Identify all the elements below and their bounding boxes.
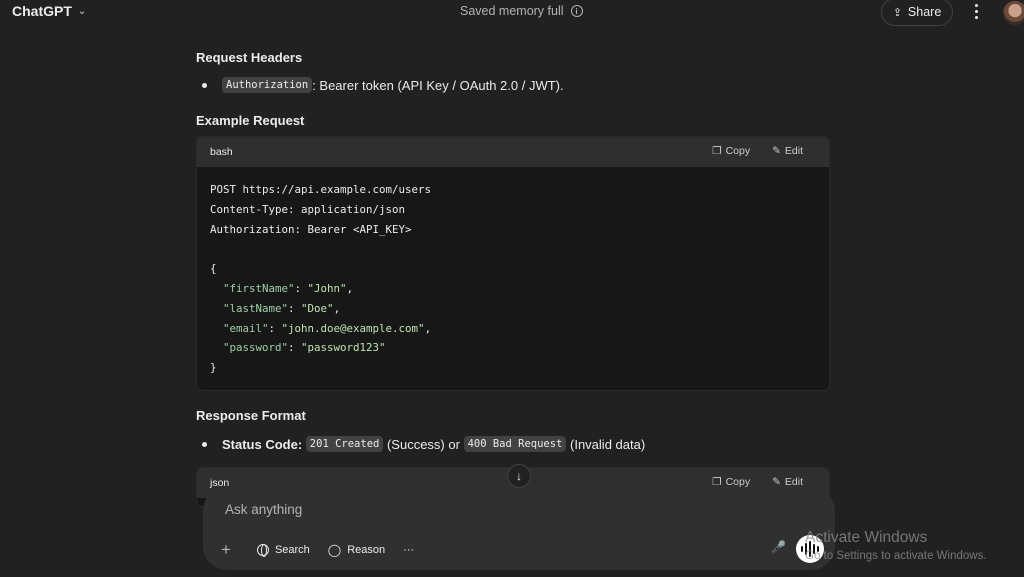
- app-title: ChatGPT: [12, 3, 72, 19]
- copy-icon: ❐: [712, 145, 722, 157]
- error-text: (Invalid data): [570, 436, 646, 452]
- bullet-text: : Bearer token (API Key / OAuth 2.0 / JW…: [312, 77, 564, 93]
- inline-code: 201 Created: [305, 436, 384, 452]
- code-language: bash: [210, 146, 233, 158]
- memory-status-text: Saved memory full: [460, 4, 564, 18]
- memory-status[interactable]: Saved memory full i: [460, 4, 583, 18]
- section-title-response-format: Response Format: [196, 408, 306, 423]
- model-selector[interactable]: ChatGPT ⌄: [12, 3, 86, 19]
- edit-button[interactable]: ✎ Edit: [772, 145, 803, 157]
- success-text: (Success) or: [386, 436, 460, 452]
- search-button[interactable]: Search: [256, 544, 310, 557]
- avatar[interactable]: [1003, 1, 1024, 25]
- share-label: Share: [907, 5, 942, 19]
- message-input[interactable]: Ask anything: [225, 502, 302, 517]
- section-title-request-headers: Request Headers: [196, 50, 303, 65]
- globe-icon: [256, 544, 269, 557]
- kebab-icon[interactable]: [969, 1, 983, 21]
- edit-icon: ✎: [772, 145, 781, 157]
- composer: Ask anything + Search ◯ Reason ··· 🎤: [203, 487, 835, 570]
- activate-windows-subtitle: Go to Settings to activate Windows.: [805, 550, 987, 562]
- more-tools-button[interactable]: ···: [403, 544, 414, 556]
- inline-code: 400 Bad Request: [463, 436, 567, 452]
- list-item: Status Code: 201 Created (Success) or 40…: [202, 436, 645, 452]
- top-bar: ChatGPT ⌄ Saved memory full i ⇪ Share: [0, 0, 1024, 38]
- mic-icon[interactable]: 🎤: [771, 540, 786, 554]
- share-icon: ⇪: [892, 6, 902, 19]
- bullet-icon: [202, 82, 207, 88]
- arrow-down-icon[interactable]: ↓: [507, 464, 531, 488]
- code-block: bash ❐ Copy ✎ Edit POST https://api.exampl…: [196, 136, 830, 391]
- activate-windows-title: Activate Windows: [805, 529, 928, 546]
- copy-button[interactable]: ❐ Copy: [712, 145, 750, 157]
- info-icon: i: [570, 5, 583, 17]
- code-body: POST https://api.example.com/users Conte…: [210, 183, 432, 375]
- status-label: Status Code:: [222, 436, 303, 452]
- section-title-example-request: Example Request: [196, 113, 305, 128]
- bulb-icon: ◯: [327, 543, 342, 557]
- code-block-header: bash ❐ Copy ✎ Edit: [197, 137, 829, 167]
- bullet-icon: [202, 441, 207, 447]
- chevron-down-icon: ⌄: [77, 5, 87, 17]
- composer-tools: + Search ◯ Reason ···: [221, 540, 414, 560]
- inline-code: Authorization: [222, 77, 313, 93]
- share-button[interactable]: ⇪ Share: [881, 0, 953, 26]
- list-item: Authorization : Bearer token (API Key / …: [202, 77, 564, 93]
- plus-icon[interactable]: +: [221, 540, 231, 560]
- reason-button[interactable]: ◯ Reason: [328, 543, 385, 557]
